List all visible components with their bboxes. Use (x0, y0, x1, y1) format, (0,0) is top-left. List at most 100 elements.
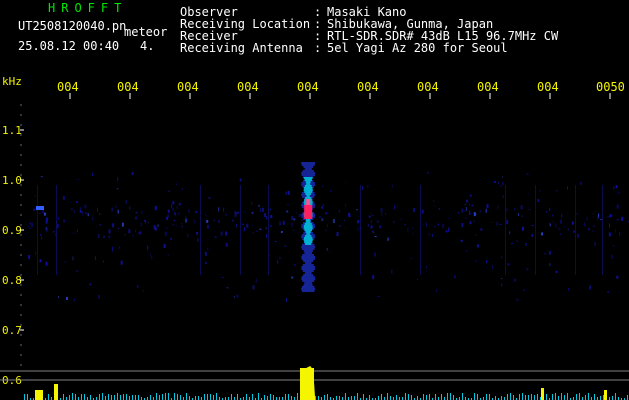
noise-speck (371, 230, 374, 233)
noise-speck (72, 256, 74, 261)
noise-speck (147, 245, 149, 250)
noise-speck (567, 186, 568, 190)
level-baseline-spike (207, 394, 208, 400)
meteor-halo (304, 282, 313, 284)
noise-speck (338, 225, 341, 227)
noise-speck (357, 220, 358, 224)
noise-speck (525, 243, 527, 246)
level-baseline-spike (615, 393, 616, 400)
noise-speck (502, 176, 504, 178)
noise-speck (291, 216, 294, 220)
noise-speck (135, 216, 137, 220)
noise-speck (255, 278, 257, 283)
level-baseline-spike (537, 394, 538, 400)
noise-speck (511, 242, 514, 244)
meteor-halo (301, 266, 315, 268)
noise-speck (588, 228, 590, 231)
level-baseline-spike (270, 394, 271, 400)
noise-speck (423, 224, 425, 226)
noise-speck (181, 223, 183, 225)
noise-speck (117, 177, 119, 182)
level-baseline-spike (486, 394, 487, 400)
noise-speck (609, 214, 612, 218)
noise-speck (493, 180, 496, 183)
meteor-peak (306, 199, 311, 205)
meteor-halo (301, 172, 316, 174)
noise-speck (252, 232, 254, 234)
noise-speck (434, 205, 436, 206)
level-baseline-spike (453, 395, 454, 400)
meteor-halo (302, 280, 315, 282)
noise-speck (87, 213, 89, 217)
noise-speck (270, 208, 271, 211)
noise-speck (469, 221, 472, 225)
noise-speck (377, 295, 380, 297)
noise-speck (71, 232, 73, 234)
level-baseline-spike (174, 393, 175, 400)
noise-speck (555, 190, 558, 192)
meteor-core (304, 179, 312, 181)
noise-speck (412, 227, 414, 229)
noise-speck (82, 211, 84, 216)
noise-speck (367, 224, 369, 227)
noise-speck (269, 254, 270, 256)
level-baseline-spike (354, 396, 355, 400)
noise-speck (325, 229, 327, 232)
noise-speck (28, 225, 29, 227)
level-baseline-spike (567, 393, 568, 400)
noise-speck (438, 208, 440, 210)
noise-speck (185, 216, 187, 219)
level-burst (604, 390, 607, 400)
meteor-core (304, 241, 313, 243)
level-baseline-spike (528, 395, 529, 400)
noise-speck (546, 210, 548, 213)
meteor-halo (301, 290, 315, 292)
noise-speck (280, 231, 283, 233)
noise-speck (291, 276, 294, 279)
level-burst (35, 390, 43, 400)
noise-speck (292, 229, 295, 231)
meteor-core (305, 181, 311, 183)
noise-speck (172, 224, 175, 226)
meteor-core (305, 221, 311, 223)
noise-speck (220, 231, 223, 236)
noise-speck (40, 234, 42, 236)
noise-speck (447, 218, 449, 219)
noise-speck (40, 176, 43, 178)
noise-speck (549, 207, 551, 212)
noise-speck (235, 224, 237, 228)
noise-speck (321, 205, 324, 209)
noise-speck (97, 207, 98, 212)
noise-speck (579, 181, 582, 185)
noise-speck (374, 236, 377, 237)
noise-speck (497, 205, 499, 209)
noise-speck (45, 217, 48, 222)
noise-speck (361, 186, 363, 191)
noise-speck (258, 205, 260, 207)
interference-streak (535, 185, 536, 275)
noise-speck (142, 290, 144, 292)
level-baseline-spike (165, 393, 166, 400)
noise-speck (516, 298, 519, 301)
noise-speck (164, 231, 167, 236)
noise-speck (434, 226, 435, 227)
level-baseline-spike (369, 395, 370, 400)
noise-speck (116, 188, 119, 190)
noise-speck (74, 233, 76, 234)
noise-speck (266, 216, 267, 220)
meteor-halo (303, 166, 313, 168)
noise-speck (514, 208, 516, 211)
noise-speck (111, 207, 113, 212)
meteor-core (305, 193, 311, 195)
noise-speck (612, 245, 615, 247)
noise-speck (321, 218, 324, 222)
noise-speck (197, 238, 199, 242)
noise-speck (611, 254, 613, 259)
noise-speck (380, 207, 383, 212)
level-baseline-spike (426, 395, 427, 400)
noise-speck (584, 222, 586, 227)
level-baseline-spike (579, 393, 580, 400)
level-baseline-spike (351, 396, 352, 400)
meteor-halo (301, 162, 316, 164)
noise-speck (327, 224, 329, 228)
